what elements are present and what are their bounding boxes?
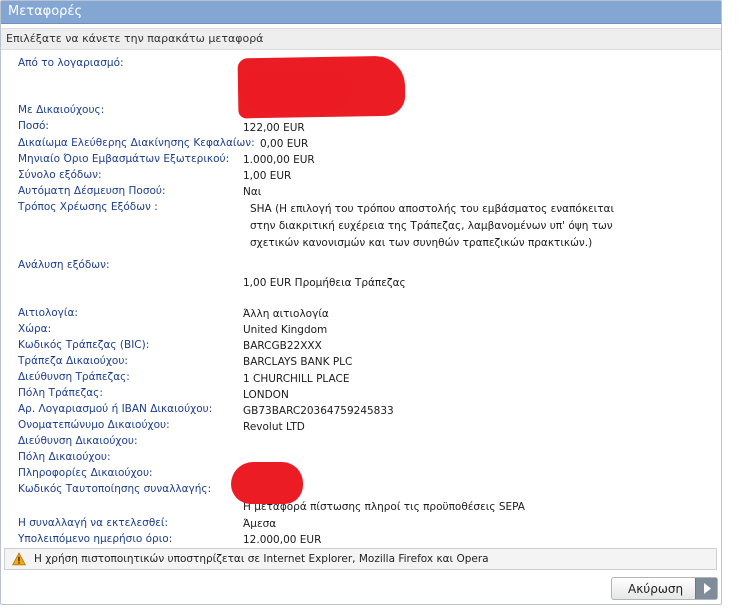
beneficiaries-label: Με Δικαιούχους: bbox=[18, 104, 105, 116]
total-fees-label: Σύνολο εξόδων: bbox=[18, 169, 102, 181]
from-account-label: Από το λογαριασμό: bbox=[18, 57, 124, 69]
daily-remaining-value: 12.000,00 EUR bbox=[243, 534, 322, 546]
beneficiary-name-label: Ονοματεπώνυμο Δικαιούχου: bbox=[18, 419, 170, 431]
section-header-text: Επιλέξατε να κάνετε την παρακάτω μεταφορ… bbox=[6, 32, 264, 45]
window-title: Μεταφορές bbox=[8, 4, 83, 19]
iban-value: GB73BARC20364759245833 bbox=[243, 405, 394, 417]
country-value: United Kingdom bbox=[243, 324, 328, 336]
auto-commitment-label: Αυτόματη Δέσμευση Ποσού: bbox=[18, 185, 166, 197]
beneficiary-bank-label: Τράπεζα Δικαιούχου: bbox=[18, 355, 128, 367]
browser-support-text: Η χρήση πιστοποιητικών υποστηρίζεται σε … bbox=[34, 553, 489, 565]
fee-breakdown-label: Ανάλυση εξόδων: bbox=[18, 259, 110, 271]
amount-label: Ποσό: bbox=[18, 120, 49, 132]
iban-label: Αρ. Λογαριασμού ή IBAN Δικαιούχου: bbox=[18, 403, 213, 415]
transfer-window: Μεταφορές Επιλέξατε να κάνετε την παρακά… bbox=[0, 0, 722, 605]
monthly-limit-value: 1.000,00 EUR bbox=[243, 154, 315, 166]
bank-city-label: Πόλη Τράπεζας: bbox=[18, 387, 103, 399]
redaction-mark-account-inner bbox=[240, 71, 352, 111]
reason-value: Άλλη αιτιολογία bbox=[243, 308, 329, 320]
total-fees-value: 1,00 EUR bbox=[243, 170, 292, 182]
beneficiary-info-label: Πληροφορίες Δικαιούχου: bbox=[18, 467, 153, 479]
daily-remaining-label: Υπολειπόμενο ημερήσιο όριο: bbox=[18, 533, 173, 545]
beneficiary-bank-value: BARCLAYS BANK PLC bbox=[243, 356, 353, 368]
auto-commitment-value: Ναι bbox=[243, 186, 262, 198]
bank-city-value: LONDON bbox=[243, 389, 289, 401]
charge-method-value: SHA (Η επιλογή του τρόπου αποστολής του … bbox=[250, 203, 615, 249]
reason-label: Αιτιολογία: bbox=[18, 307, 78, 319]
charge-method-label: Τρόπος Χρέωσης Εξόδων : bbox=[18, 201, 158, 213]
bic-label: Κωδικός Τράπεζας (BIC): bbox=[18, 339, 150, 351]
cancel-button[interactable]: Ακύρωση bbox=[611, 577, 718, 600]
redaction-mark-transaction bbox=[231, 462, 303, 504]
fee-breakdown-value: 1,00 EUR Προμήθεια Τράπεζας bbox=[243, 277, 406, 289]
section-header: Επιλέξατε να κάνετε την παρακάτω μεταφορ… bbox=[1, 28, 721, 50]
free-capital-value: 0,00 EUR bbox=[260, 138, 309, 150]
chevron-right-icon bbox=[695, 578, 717, 599]
free-capital-label: Δικαίωμα Ελεύθερης Διακίνησης Κεφαλαίων: bbox=[18, 137, 255, 149]
beneficiary-address-label: Διεύθυνση Δικαιούχου: bbox=[18, 435, 138, 447]
browser-support-notice: Η χρήση πιστοποιητικών υποστηρίζεται σε … bbox=[4, 548, 717, 570]
amount-value: 122,00 EUR bbox=[243, 122, 305, 134]
bank-address-value: 1 CHURCHILL PLACE bbox=[243, 373, 350, 385]
warning-icon bbox=[12, 552, 26, 566]
window-titlebar: Μεταφορές bbox=[1, 1, 721, 24]
execution-value: Άμεσα bbox=[243, 518, 277, 530]
execution-label: Η συναλλαγή να εκτελεσθεί: bbox=[18, 517, 169, 529]
beneficiary-name-value: Revolut LTD bbox=[243, 421, 305, 433]
bic-value: BARCGB22XXX bbox=[243, 340, 322, 352]
bank-address-label: Διεύθυνση Τράπεζας: bbox=[18, 371, 130, 383]
country-label: Χώρα: bbox=[18, 323, 52, 335]
cancel-button-label: Ακύρωση bbox=[628, 582, 684, 596]
beneficiary-city-label: Πόλη Δικαιούχου: bbox=[18, 451, 111, 463]
monthly-limit-label: Μηνιαίο Όριο Εμβασμάτων Εξωτερικού: bbox=[18, 153, 230, 165]
transaction-id-label: Κωδικός Ταυτοποίησης συναλλαγής: bbox=[18, 483, 212, 495]
